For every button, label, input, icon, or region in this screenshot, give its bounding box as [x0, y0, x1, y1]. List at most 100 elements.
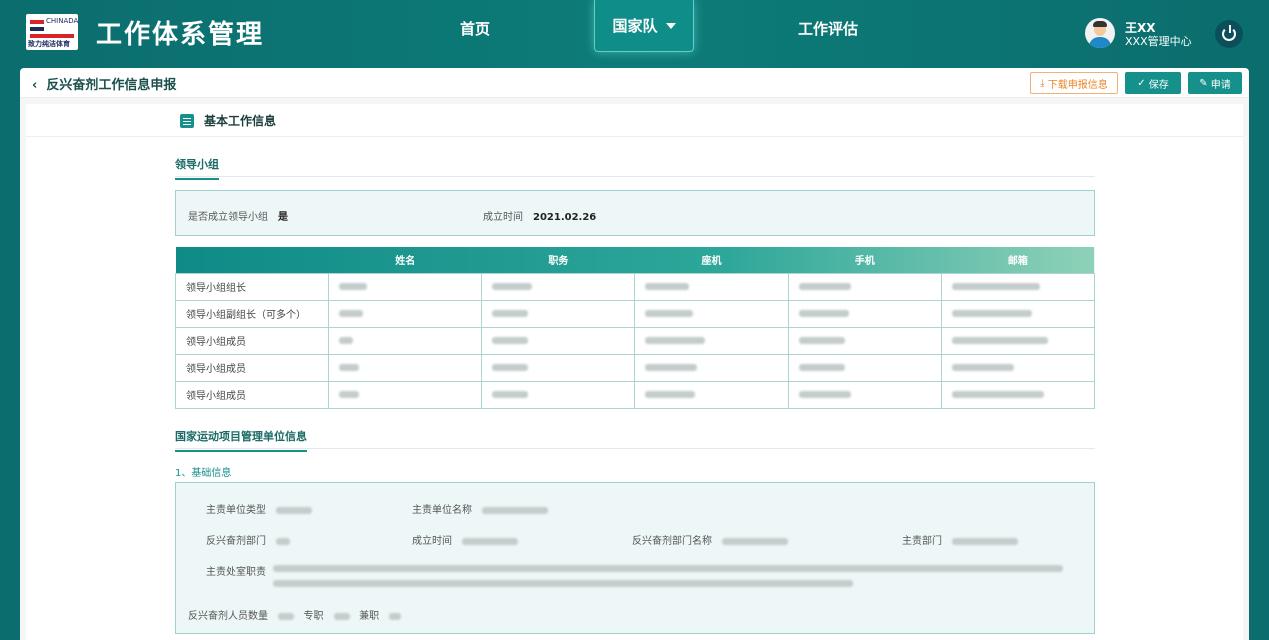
redacted-cell[interactable] [940, 299, 1096, 328]
duty-label: 主责处室职责 [206, 567, 266, 578]
redacted-cell[interactable] [634, 326, 789, 355]
redacted-cell[interactable] [328, 380, 483, 409]
leadership-info-box: 是否成立领导小组是 成立时间 2021.02.26 [175, 190, 1095, 236]
redacted-value [645, 309, 694, 317]
redacted-value [492, 282, 533, 290]
redacted-value [462, 537, 518, 545]
redacted-value [339, 363, 360, 371]
redacted-cell[interactable] [940, 380, 1096, 409]
dept-founded-field: 成立时间 [412, 532, 518, 547]
unit-type-field: 主责单位类型 [206, 501, 312, 516]
founded-label: 成立时间 [483, 212, 523, 223]
redacted-cell[interactable] [328, 272, 483, 301]
redacted-cell[interactable] [787, 272, 942, 301]
role-cell: 领导小组成员 [174, 380, 330, 409]
content-area: 基本工作信息 领导小组 是否成立领导小组是 成立时间 2021.02.26 姓名 … [20, 98, 1249, 640]
role-cell: 领导小组成员 [174, 353, 330, 382]
table-row: 领导小组成员 [174, 326, 1096, 355]
unit-name-field: 主责单位名称 [412, 501, 548, 516]
nav-home[interactable]: 首页 [425, 0, 525, 56]
table-header: 职务 [548, 256, 569, 268]
staff-count-field: 反兴奋剂人员数量 专职 兼职 [188, 607, 402, 622]
table-header: 邮箱 [1007, 256, 1028, 268]
redacted-cell[interactable] [634, 353, 789, 382]
save-label: 保存 [1148, 79, 1169, 91]
redacted-value [951, 336, 1048, 344]
established-value: 是 [278, 212, 288, 223]
redacted-line [273, 580, 853, 587]
redacted-value [798, 336, 845, 344]
duty-field: 主责处室职责 [206, 563, 266, 578]
redacted-value [645, 390, 696, 398]
page-title: 反兴奋剂工作信息申报 [46, 78, 177, 93]
logo-stripe [30, 34, 74, 38]
apply-label: 申请 [1210, 79, 1231, 91]
staff-count-label: 反兴奋剂人员数量 [188, 611, 268, 622]
table-row: 领导小组副组长（可多个） [174, 299, 1096, 328]
redacted-value [645, 363, 698, 371]
table-row: 领导小组成员 [174, 380, 1096, 409]
redacted-value [339, 282, 368, 290]
redacted-cell[interactable] [787, 299, 942, 328]
redacted-cell[interactable] [940, 353, 1096, 382]
back-link[interactable]: ‹ 反兴奋剂工作信息申报 [32, 74, 176, 93]
redacted-value [276, 537, 290, 545]
save-button[interactable]: ✓ 保存 [1125, 72, 1181, 94]
redacted-cell[interactable] [787, 380, 942, 409]
redacted-value [492, 309, 529, 317]
table-header: 座机 [701, 256, 722, 268]
table-header: 手机 [854, 256, 875, 268]
main-dept-field: 主责部门 [902, 532, 1018, 547]
table-header: 姓名 [395, 256, 416, 268]
section-title-text: 基本工作信息 [204, 114, 277, 128]
user-avatar[interactable] [1085, 18, 1115, 48]
pencil-icon: ✎ [1199, 77, 1211, 89]
logo-caption: 致力纯洁体育 [28, 40, 70, 48]
leadership-table: 姓名 职务 座机 手机 邮箱 领导小组组长 领导小组副组长（可多个） 领导小组成员领… [174, 247, 1096, 409]
redacted-value [339, 390, 360, 398]
redacted-value [645, 336, 706, 344]
logo-stripe [30, 27, 44, 31]
redacted-cell[interactable] [328, 353, 483, 382]
form-panel: 基本工作信息 领导小组 是否成立领导小组是 成立时间 2021.02.26 姓名 … [26, 104, 1243, 640]
redacted-value [798, 282, 851, 290]
redacted-cell[interactable] [481, 380, 636, 409]
page-subbar: ‹ 反兴奋剂工作信息申报 ⤓ 下载申报信息 ✓ 保存 ✎ 申请 [20, 68, 1249, 98]
redacted-cell[interactable] [328, 326, 483, 355]
table-header [176, 247, 329, 273]
redacted-cell[interactable] [634, 380, 789, 409]
chinada-logo[interactable]: CHINADA 致力纯洁体育 [26, 14, 78, 50]
redacted-value [798, 363, 845, 371]
redacted-cell[interactable] [481, 272, 636, 301]
redacted-value [482, 506, 548, 514]
redacted-cell[interactable] [634, 272, 789, 301]
redacted-line [273, 565, 1063, 572]
download-button[interactable]: ⤓ 下载申报信息 [1030, 72, 1118, 94]
role-cell: 领导小组副组长（可多个） [174, 299, 330, 328]
redacted-cell[interactable] [634, 299, 789, 328]
nav-evaluation[interactable]: 工作评估 [778, 0, 878, 56]
redacted-cell[interactable] [940, 326, 1096, 355]
tab-underline [175, 448, 1095, 449]
power-icon [1222, 25, 1236, 41]
redacted-cell[interactable] [481, 353, 636, 382]
redacted-cell[interactable] [328, 299, 483, 328]
founded-value: 2021.02.26 [533, 212, 597, 223]
power-button[interactable] [1215, 20, 1243, 48]
redacted-value [951, 363, 1014, 371]
redacted-cell[interactable] [481, 299, 636, 328]
redacted-value [798, 309, 849, 317]
redacted-cell[interactable] [787, 326, 942, 355]
nav-national-team[interactable]: 国家队 [594, 0, 694, 52]
redacted-cell[interactable] [940, 272, 1096, 301]
redacted-cell[interactable] [787, 353, 942, 382]
tab-underline [175, 176, 1095, 177]
logo-text: CHINADA [46, 17, 79, 25]
part-time-label: 兼职 [359, 611, 380, 622]
redacted-value [339, 309, 364, 317]
redacted-cell[interactable] [481, 326, 636, 355]
apply-button[interactable]: ✎ 申请 [1188, 72, 1242, 94]
unit-info-box: 主责单位类型 主责单位名称 反兴奋剂部门 成立时间 反兴奋剂部门名称 主责部门 … [175, 482, 1095, 634]
established-field: 是否成立领导小组是 [188, 208, 288, 223]
dept-label: 反兴奋剂部门 [206, 536, 266, 547]
